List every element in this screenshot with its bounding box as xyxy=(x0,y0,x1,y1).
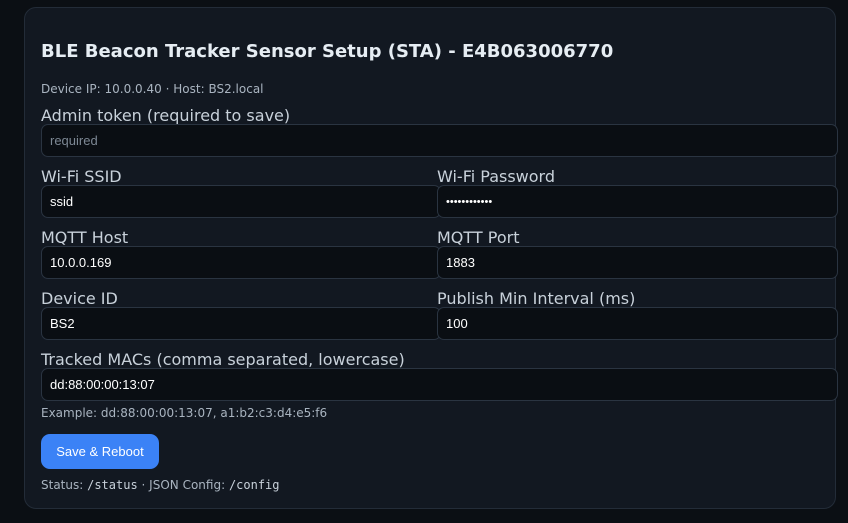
admin-token-label: Admin token (required to save) xyxy=(41,106,291,125)
device-ip-value: 10.0.0.40 xyxy=(104,82,162,96)
mqtt-host-input[interactable] xyxy=(41,246,441,279)
host-label: Host: xyxy=(173,82,205,96)
info-separator: · xyxy=(165,82,170,96)
device-info: Device IP: 10.0.0.40 · Host: BS2.local xyxy=(41,82,264,96)
wifi-ssid-input[interactable] xyxy=(41,185,441,218)
status-path: /status xyxy=(87,478,138,492)
wifi-ssid-label: Wi-Fi SSID xyxy=(41,167,122,186)
json-config-label: JSON Config: xyxy=(149,478,226,492)
device-id-label: Device ID xyxy=(41,289,118,308)
page-title: BLE Beacon Tracker Sensor Setup (STA) - … xyxy=(41,41,614,62)
macs-example: Example: dd:88:00:00:13:07, a1:b2:c3:d4:… xyxy=(41,406,328,420)
save-reboot-button[interactable]: Save & Reboot xyxy=(41,434,159,469)
wifi-password-input[interactable] xyxy=(437,185,838,218)
publish-interval-label: Publish Min Interval (ms) xyxy=(437,289,636,308)
admin-token-input[interactable] xyxy=(41,124,838,157)
tracked-macs-input[interactable] xyxy=(41,368,838,401)
host-value: BS2.local xyxy=(208,82,264,96)
mqtt-host-label: MQTT Host xyxy=(41,228,129,247)
wifi-password-label: Wi-Fi Password xyxy=(437,167,555,186)
tracked-macs-label: Tracked MACs (comma separated, lowercase… xyxy=(41,350,405,369)
status-label: Status: xyxy=(41,478,84,492)
mqtt-port-label: MQTT Port xyxy=(437,228,520,247)
footer-separator: · xyxy=(141,478,146,492)
device-id-input[interactable] xyxy=(41,307,441,340)
footer-links: Status: /status · JSON Config: /config xyxy=(41,478,280,492)
device-ip-label: Device IP: xyxy=(41,82,101,96)
mqtt-port-input[interactable] xyxy=(437,246,838,279)
publish-interval-input[interactable] xyxy=(437,307,838,340)
config-path: /config xyxy=(228,478,280,492)
